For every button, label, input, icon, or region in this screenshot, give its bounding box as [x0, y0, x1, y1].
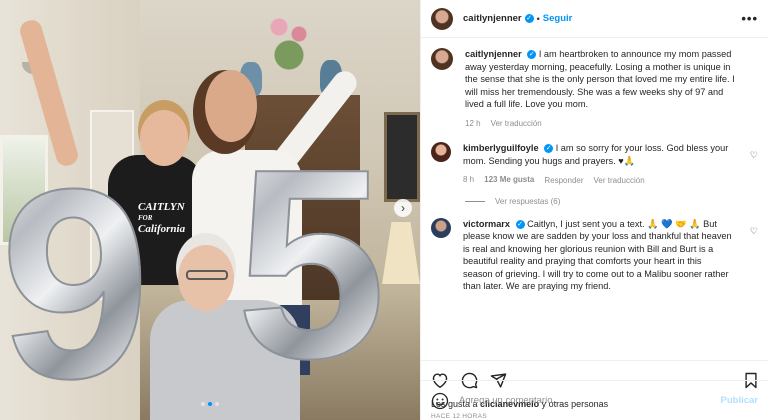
post-photo[interactable]: CAITLYN FOR California 9 5 › — [0, 0, 420, 420]
comment-meta: 8 h 123 Me gusta Responder Ver traducció… — [463, 174, 733, 187]
comment-like-heart-icon[interactable]: ♡ — [750, 226, 758, 237]
reply-button[interactable]: Responder — [544, 174, 583, 187]
avatar[interactable] — [431, 48, 453, 70]
post-header: caitlynjenner ✓ • Seguir ••• — [421, 0, 768, 38]
instagram-post: CAITLYN FOR California 9 5 › caitlynjenn… — [0, 0, 768, 420]
comment-time: 8 h — [463, 175, 475, 184]
view-replies: Ver respuestas (6) — [465, 197, 758, 206]
add-comment-bar: Publicar — [421, 380, 768, 420]
avatar[interactable] — [431, 7, 453, 30]
balloon-digit-left: 9 — [0, 134, 151, 420]
list-item: victormarx ✓ Caitlyn, I just sent you a … — [431, 217, 758, 293]
comment-text: Caitlyn, I just sent you a text. 🙏 💙 🤝 🙏… — [463, 218, 732, 292]
comment-username[interactable]: kimberlyguilfoyle — [463, 143, 539, 153]
header-separator: • — [536, 13, 540, 24]
view-replies-line — [465, 200, 485, 202]
photo-flowers — [264, 6, 314, 76]
list-item: kimberlyguilfoyle ✓ I am so sorry for yo… — [431, 142, 758, 187]
carousel-dot — [208, 402, 212, 406]
comment-input[interactable] — [459, 395, 721, 406]
carousel-dot — [215, 402, 219, 406]
verified-icon: ✓ — [515, 219, 525, 229]
balloon-digit-right: 5 — [235, 114, 387, 415]
caption-body: caitlynjenner ✓ I am heartbroken to anno… — [465, 48, 735, 130]
verified-icon: ✓ — [524, 14, 534, 23]
avatar[interactable] — [431, 217, 451, 238]
caption-time: 12 h — [465, 118, 481, 128]
more-options-icon[interactable]: ••• — [741, 11, 758, 26]
comment-translate-button[interactable]: Ver traducción — [594, 174, 645, 187]
verified-icon: ✓ — [527, 50, 537, 60]
photo-glasses — [186, 270, 228, 280]
avatar[interactable] — [431, 142, 451, 162]
comment-likes[interactable]: 123 Me gusta — [484, 174, 534, 187]
publish-button[interactable]: Publicar — [721, 395, 759, 406]
verified-icon: ✓ — [544, 144, 554, 154]
chevron-right-icon: › — [401, 201, 405, 215]
header-username[interactable]: caitlynjenner — [463, 13, 522, 24]
carousel-next-button[interactable]: › — [394, 199, 412, 217]
comment-username[interactable]: victormarx — [463, 219, 510, 229]
view-replies-button[interactable]: Ver respuestas (6) — [495, 197, 560, 206]
photo-painting — [384, 112, 420, 202]
emoji-icon[interactable] — [431, 392, 449, 410]
comment-like-heart-icon[interactable]: ♡ — [750, 150, 758, 161]
photo-lampshade — [382, 222, 420, 284]
caption-meta: 12 h Ver traducción — [465, 118, 735, 131]
comment-body: victormarx ✓ Caitlyn, I just sent you a … — [463, 218, 733, 293]
follow-button[interactable]: Seguir — [543, 13, 573, 24]
post-caption: caitlynjenner ✓ I am heartbroken to anno… — [431, 48, 758, 130]
caption-username[interactable]: caitlynjenner — [465, 49, 522, 59]
caption-translate-button[interactable]: Ver traducción — [491, 118, 542, 131]
carousel-dot — [201, 402, 205, 406]
comments-list[interactable]: caitlynjenner ✓ I am heartbroken to anno… — [421, 38, 768, 360]
carousel-dots — [0, 402, 420, 406]
post-side-panel: caitlynjenner ✓ • Seguir ••• caitlynjenn… — [420, 0, 768, 420]
comment-body: kimberlyguilfoyle ✓ I am so sorry for yo… — [463, 142, 733, 187]
